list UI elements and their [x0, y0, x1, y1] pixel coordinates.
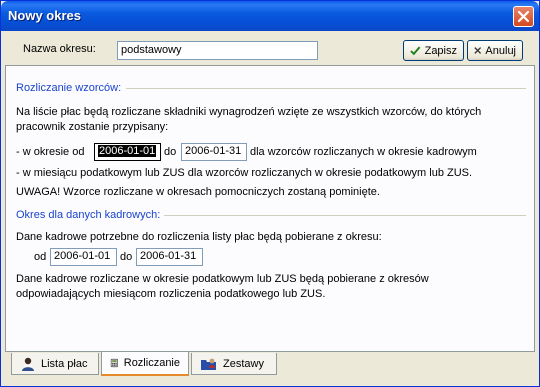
name-row: Nazwa okresu: podstawowy Zapisz Anuluj: [1, 31, 539, 63]
kadrowe-date-to-input[interactable]: 2006-01-31: [136, 248, 203, 266]
title-bar[interactable]: Nowy okres: [1, 1, 539, 31]
kadrowe-note-line1: Dane kadrowe rozliczane w okresie podatk…: [16, 273, 429, 285]
tab-zestawy[interactable]: Zestawy: [191, 353, 277, 375]
wzorce-description-line2: pracownik zostanie przypisany:: [16, 121, 169, 133]
wzorce-description-line1: Na liście płac będą rozliczane składniki…: [16, 106, 482, 118]
kadrowe-date-from-input[interactable]: 2006-01-01: [50, 248, 117, 266]
tab-panel-rozliczanie: Rozliczanie wzorców: Na liście płac będą…: [5, 65, 535, 352]
section-divider: [164, 215, 526, 216]
save-button[interactable]: Zapisz: [403, 40, 464, 61]
zus-line: - w miesiącu podatkowym lub ZUS dla wzor…: [16, 167, 473, 179]
period-suffix: dla wzorców rozliczanych w okresie kadro…: [250, 146, 477, 158]
folder-people-icon: [201, 358, 216, 370]
close-button[interactable]: [513, 6, 534, 27]
section-title-wzorce: Rozliczanie wzorców:: [16, 82, 122, 94]
kadrowe-to-label: do: [120, 251, 133, 263]
warning-text: UWAGA! Wzorce rozliczane w okresach pomo…: [16, 186, 380, 198]
cancel-button[interactable]: Anuluj: [467, 40, 523, 61]
window-title: Nowy okres: [8, 8, 81, 23]
section-divider: [126, 88, 526, 89]
close-icon: [518, 11, 529, 22]
to-label: do: [164, 146, 177, 158]
person-icon: [22, 357, 34, 371]
name-input[interactable]: podstawowy: [117, 41, 318, 60]
checkmark-icon: [410, 46, 421, 55]
name-label: Nazwa okresu:: [23, 43, 96, 55]
tab-rozliczanie[interactable]: Rozliczanie: [101, 352, 189, 376]
period-prefix: - w okresie od: [16, 146, 85, 158]
kadrowe-description: Dane kadrowe potrzebne do rozliczenia li…: [16, 231, 382, 243]
tab-label-rozliczanie: Rozliczanie: [123, 357, 180, 369]
tab-label-zestawy: Zestawy: [223, 357, 264, 370]
dialog-window: Nowy okres Nazwa okresu: podstawowy Zapi…: [0, 0, 540, 387]
calculator-icon: [110, 358, 118, 368]
date-from-value: 2006-01-01: [98, 145, 157, 157]
section-title-kadrowe: Okres dla danych kadrowych:: [16, 209, 161, 221]
date-to-input[interactable]: 2006-01-31: [181, 143, 247, 161]
tab-lista-plac[interactable]: Lista płac: [11, 353, 99, 375]
cross-icon: [474, 47, 482, 54]
save-label: Zapisz: [424, 44, 457, 57]
cancel-label: Anuluj: [485, 44, 516, 57]
from-label: od: [34, 251, 47, 263]
date-from-input[interactable]: 2006-01-01: [94, 143, 161, 161]
tab-label-lista-plac: Lista płac: [41, 357, 88, 370]
kadrowe-note-line2: odpowiadających miesiącom rozliczenia po…: [16, 288, 326, 300]
